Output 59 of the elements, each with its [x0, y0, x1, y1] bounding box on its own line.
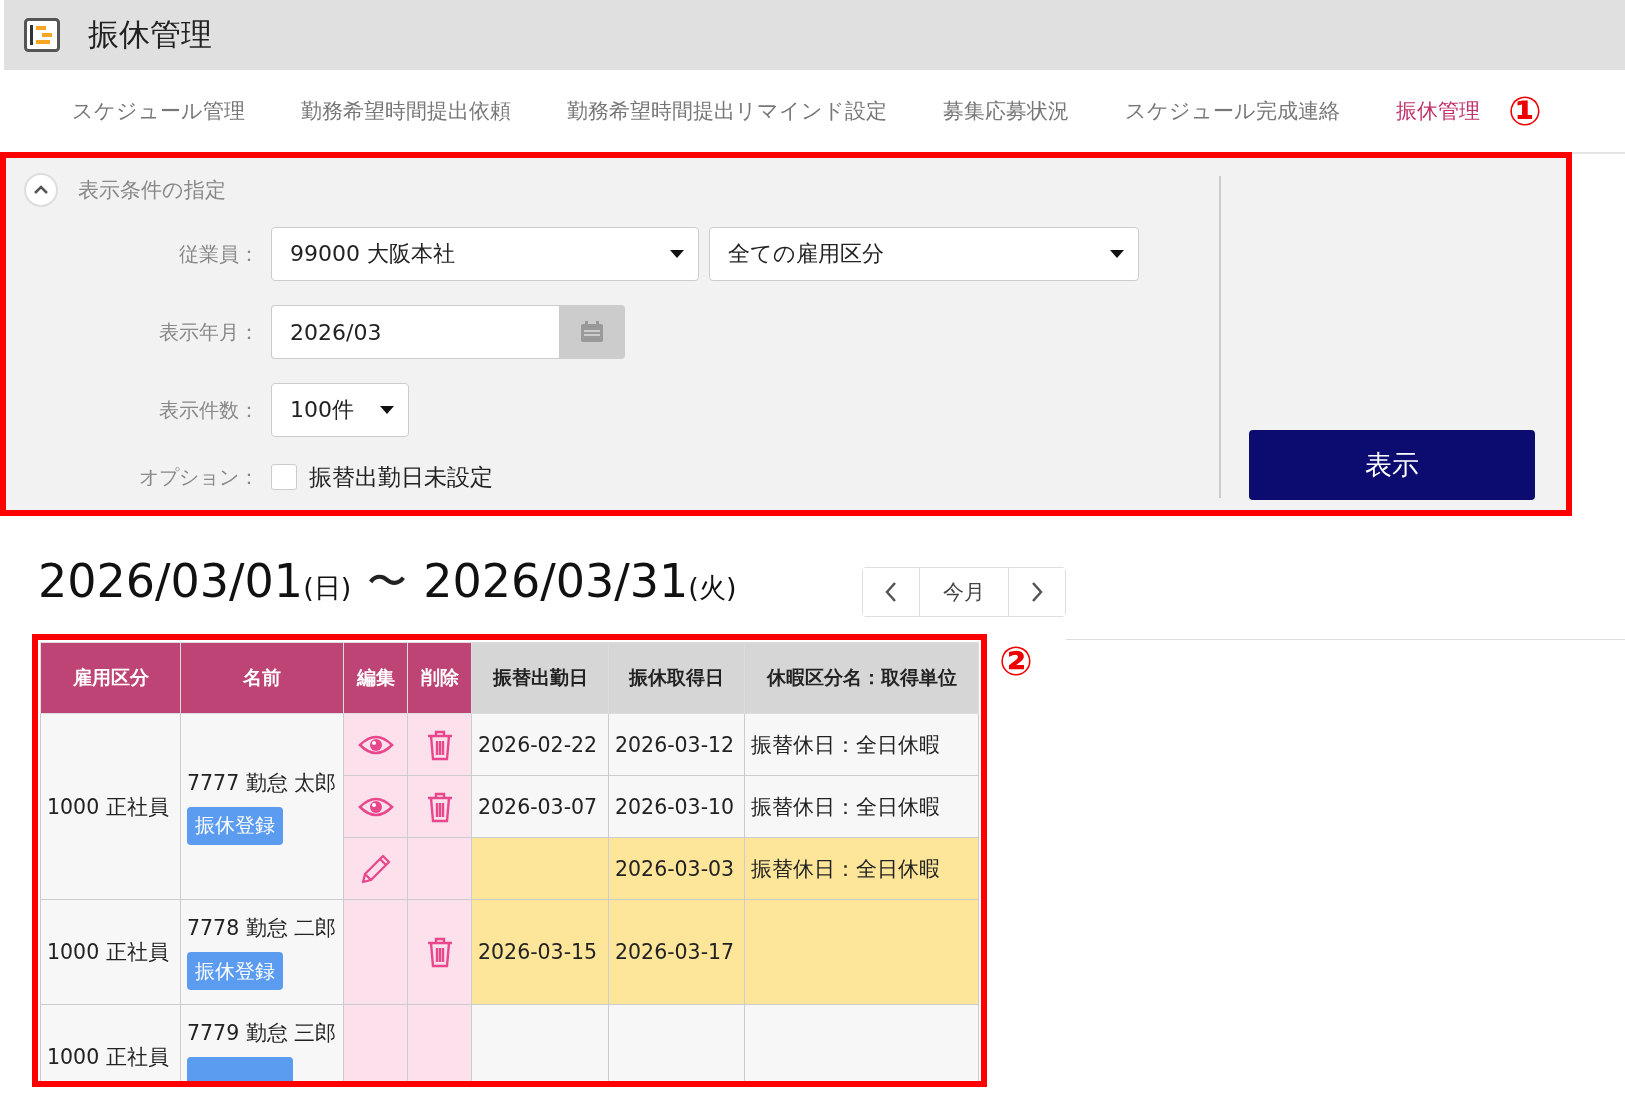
- filter-title: 表示条件の指定: [78, 177, 226, 204]
- field-label: 従業員：: [178, 240, 259, 268]
- field-label: 表示件数：: [158, 396, 259, 424]
- range-tilde: 〜: [367, 556, 408, 606]
- nav-tab[interactable]: 募集応募状況: [943, 97, 1069, 125]
- range-end: 2026/03/31: [423, 554, 689, 608]
- table-cell: 2026-03-03: [615, 856, 735, 881]
- page-title: 振休管理: [88, 15, 212, 54]
- table-cell: 2026-02-22: [478, 732, 598, 757]
- chevron-icon: [33, 185, 49, 195]
- nav-tab[interactable]: 勤務希望時間提出リマインド設定: [567, 97, 887, 125]
- nav-tab[interactable]: スケジュール完成連絡: [1125, 97, 1340, 125]
- display-button[interactable]: 表示: [1249, 430, 1535, 500]
- table-cell: 振替休日：全日休暇: [751, 856, 940, 881]
- table-cell-text: 7778 勤怠 二郎: [187, 915, 337, 942]
- column-header: 休暇区分名：取得単位: [744, 642, 979, 714]
- table-cell: 1000 正社員: [47, 794, 169, 819]
- caret-icon: [380, 406, 394, 414]
- column-header: 振休取得日: [608, 642, 745, 714]
- app-logo-icon: [24, 18, 60, 52]
- table-cell-text: 7777 勤怠 太郎: [187, 769, 337, 797]
- annotation-number: ①: [1508, 88, 1542, 134]
- table-cell-text: 7779 勤怠 三郎: [187, 1020, 337, 1047]
- table-cell: 1000 正社員: [47, 1045, 169, 1069]
- field-label: オプション：: [138, 463, 259, 491]
- column-header: 編集: [343, 642, 408, 714]
- checkbox-label: 振替出勤日未設定: [309, 462, 493, 492]
- caret-icon: [670, 250, 684, 258]
- range-start: 2026/03/01: [38, 554, 304, 608]
- employment-select[interactable]: 全ての雇用区分: [709, 227, 1139, 281]
- column-header: 振替出勤日: [471, 642, 609, 714]
- field-label: 表示年月：: [158, 318, 259, 346]
- chevron-right-icon: [1031, 581, 1044, 603]
- caret-icon: [1110, 250, 1124, 258]
- table-cell: 2026-03-15: [478, 940, 598, 964]
- column-header: 削除: [407, 642, 472, 714]
- chevron-left-icon: [885, 581, 898, 603]
- table-cell: 2026-03-12: [615, 732, 735, 757]
- weekday-label: (火): [688, 571, 737, 605]
- table-cell: 2026-03-07: [478, 794, 598, 819]
- table-cell: 振替休日：全日休暇: [751, 732, 940, 757]
- nav-tab[interactable]: スケジュール管理: [72, 97, 245, 125]
- table-cell: 1000 正社員: [47, 940, 169, 964]
- option-checkbox[interactable]: [271, 464, 297, 490]
- count-select[interactable]: 100件: [271, 383, 409, 437]
- employee-select[interactable]: 99000 大阪本社: [271, 227, 699, 281]
- weekday-label: (日): [303, 571, 352, 605]
- annotation-number: ②: [999, 638, 1033, 684]
- month-input[interactable]: 2026/03: [271, 305, 559, 359]
- column-header: 名前: [180, 642, 344, 714]
- collapse-button[interactable]: [24, 173, 58, 207]
- table-cell: 2026-03-17: [615, 940, 735, 964]
- calendar-icon: [580, 321, 604, 343]
- table-cell: 振替休日：全日休暇: [751, 794, 940, 819]
- nav-tab[interactable]: 勤務希望時間提出依頼: [301, 97, 511, 125]
- nav-tab[interactable]: 振休管理: [1396, 97, 1480, 125]
- column-header: 雇用区分: [40, 642, 181, 714]
- table-cell: 2026-03-10: [615, 794, 735, 819]
- calendar-button[interactable]: [559, 305, 625, 359]
